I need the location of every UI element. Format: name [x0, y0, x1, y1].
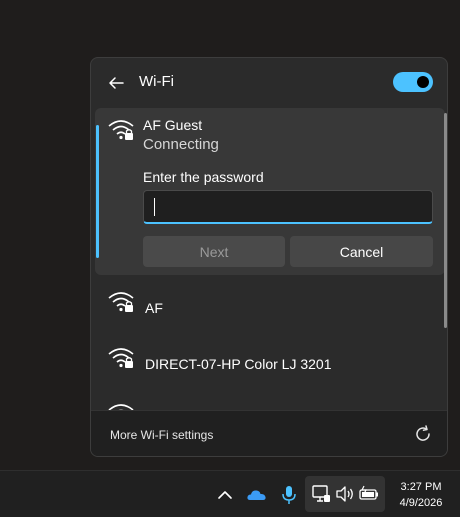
toggle-knob [417, 76, 429, 88]
selected-network-name: AF Guest [143, 117, 203, 133]
more-wifi-settings-link[interactable]: More Wi-Fi settings [110, 428, 213, 442]
network-name: DIRECT-07-HP Color LJ 3201 [145, 356, 332, 372]
battery-icon [359, 485, 378, 500]
next-button[interactable]: Next [143, 236, 285, 267]
network-name: AF [145, 300, 163, 316]
wifi-lock-icon [108, 348, 134, 368]
selection-indicator [96, 125, 99, 258]
password-label: Enter the password [143, 169, 264, 185]
volume-icon [336, 486, 353, 502]
selected-network-status: Connecting [143, 136, 219, 153]
taskbar-clock[interactable]: 3:27 PM 4/9/2026 [388, 480, 454, 510]
taskbar: 3:27 PM 4/9/2026 [0, 470, 460, 517]
network-icon [312, 485, 330, 502]
wifi-lock-icon [108, 120, 134, 140]
list-scrollbar[interactable] [444, 113, 447, 328]
wifi-flyout: Wi-Fi AF Guest Connecting Enter the pass… [90, 57, 448, 457]
wifi-toggle[interactable] [393, 72, 433, 92]
selected-network-card: AF Guest Connecting Enter the password N… [95, 108, 445, 275]
wifi-lock-icon [108, 404, 134, 410]
network-item[interactable] [95, 388, 445, 410]
cancel-button[interactable]: Cancel [290, 236, 433, 267]
flyout-title: Wi-Fi [139, 73, 174, 90]
network-item[interactable]: AF [95, 274, 445, 330]
system-tray-group[interactable] [305, 476, 385, 512]
microphone-icon[interactable] [278, 484, 300, 506]
wifi-lock-icon [108, 292, 134, 312]
text-caret [154, 198, 155, 216]
onedrive-icon[interactable] [246, 484, 268, 506]
password-input[interactable] [143, 190, 433, 224]
back-arrow-icon[interactable] [105, 72, 127, 94]
refresh-icon[interactable] [413, 424, 433, 444]
clock-date: 4/9/2026 [399, 497, 443, 509]
clock-time: 3:27 PM [400, 481, 442, 493]
chevron-up-icon[interactable] [214, 484, 236, 506]
network-item[interactable]: DIRECT-07-HP Color LJ 3201 [95, 330, 445, 386]
network-list: AF Guest Connecting Enter the password N… [91, 108, 447, 410]
flyout-header: Wi-Fi [91, 58, 447, 108]
flyout-footer: More Wi-Fi settings [91, 410, 447, 456]
